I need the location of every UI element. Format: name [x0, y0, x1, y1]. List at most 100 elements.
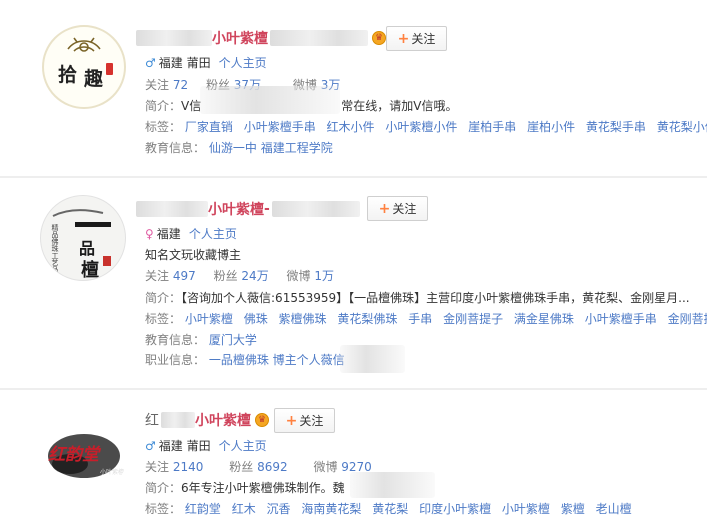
- weibo-label: 微博: [313, 460, 338, 474]
- stats-line: 关注 2140 粉丝 8692 微博 9270: [145, 458, 372, 476]
- school-link[interactable]: 福建工程学院: [261, 141, 333, 155]
- education-label: 教育信息：: [145, 141, 206, 155]
- weibo-label: 微博: [286, 269, 311, 283]
- follow-label: 关注: [392, 202, 417, 216]
- education-label: 教育信息：: [145, 333, 206, 347]
- location-line: ♂ 福建 莆田 个人主页: [145, 437, 267, 455]
- avatar-logo-icon: 拾 趣: [58, 37, 113, 90]
- education-line: 教育信息： 厦门大学: [145, 331, 257, 349]
- tag[interactable]: 小叶紫檀手串: [244, 120, 316, 134]
- bio-line: 简介：【咨询加个人薇信:61553959】【一品檀佛珠】主营印度小叶紫檀佛珠手串…: [145, 289, 690, 307]
- avatar[interactable]: 拾 趣: [42, 25, 126, 109]
- tags-line: 标签： 厂家直销 小叶紫檀手串 红木小件 小叶紫檀小件 崖柏手串 崖柏小件 黄花…: [145, 118, 707, 136]
- following-label: 关注: [145, 78, 170, 92]
- tag[interactable]: 小叶紫檀: [185, 312, 233, 326]
- tag[interactable]: 红木小件: [327, 120, 375, 134]
- homepage-link[interactable]: 个人主页: [219, 56, 267, 70]
- bio-label: 简介：: [145, 99, 182, 113]
- bio-start: V信: [181, 99, 202, 113]
- school-link[interactable]: 厦门大学: [209, 333, 257, 347]
- avatar-logo-icon: 精品佛珠工艺品 品 檀: [51, 209, 111, 280]
- bio-label: 简介：: [145, 481, 182, 495]
- tag[interactable]: 厂家直销: [185, 120, 233, 134]
- user-nickname[interactable]: 小叶紫檀: [212, 28, 268, 48]
- tag[interactable]: 黄花梨小件: [657, 120, 707, 134]
- fans-label: 粉丝: [213, 269, 238, 283]
- tags-label: 标签：: [145, 312, 182, 326]
- follow-button[interactable]: + 关注: [367, 196, 428, 221]
- bio-text: 【咨询加个人薇信:61553959】【一品檀佛珠】主营印度小叶紫檀佛珠手串，黄花…: [181, 291, 690, 305]
- svg-text:品: 品: [79, 239, 95, 258]
- tag[interactable]: 小叶紫檀: [502, 502, 550, 516]
- school-link[interactable]: 仙游一中: [209, 141, 257, 155]
- job-link[interactable]: 一品檀佛珠 博主个人薇信: [209, 353, 345, 367]
- tag[interactable]: 小叶紫檀小件: [385, 120, 457, 134]
- following-label: 关注: [145, 460, 170, 474]
- fans-count[interactable]: 8692: [257, 460, 288, 474]
- tag[interactable]: 小叶紫檀手串: [585, 312, 657, 326]
- tag[interactable]: 沉香: [267, 502, 291, 516]
- blurred-name-part: [270, 30, 368, 46]
- privacy-blur: [350, 472, 435, 498]
- fans-count[interactable]: 24万: [241, 269, 268, 283]
- follow-button[interactable]: + 关注: [274, 408, 335, 433]
- user-card: 拾 趣 小叶紫檀 ♛ + 关注 ♂ 福建 莆田 个人主页 关注 72 粉丝 37万 …: [0, 0, 707, 176]
- verified-info: 知名文玩收藏博主: [145, 248, 242, 262]
- fans-label: 粉丝: [229, 460, 254, 474]
- location: 福建 莆田: [158, 56, 211, 70]
- tag[interactable]: 崖柏小件: [527, 120, 575, 134]
- homepage-link[interactable]: 个人主页: [189, 227, 237, 241]
- weibo-count[interactable]: 1万: [314, 269, 334, 283]
- tag[interactable]: 紫檀佛珠: [279, 312, 327, 326]
- svg-text:小叶紫檀: 小叶紫檀: [100, 468, 124, 476]
- tag[interactable]: 印度小叶紫檀: [419, 502, 491, 516]
- tag[interactable]: 金刚菩提 ...: [668, 312, 707, 326]
- tag[interactable]: 满金星佛珠: [514, 312, 574, 326]
- education-line: 教育信息： 仙游一中 福建工程学院: [145, 139, 333, 157]
- following-count[interactable]: 497: [173, 269, 196, 283]
- tag[interactable]: 老山檀: [596, 502, 632, 516]
- avatar[interactable]: 红韵堂 小叶紫檀: [40, 408, 128, 496]
- follow-label: 关注: [411, 32, 436, 46]
- following-count[interactable]: 72: [173, 78, 188, 92]
- homepage-link[interactable]: 个人主页: [219, 439, 267, 453]
- blurred-name-part: [161, 412, 195, 428]
- tag[interactable]: 海南黄花梨: [301, 502, 361, 516]
- tag[interactable]: 手串: [408, 312, 432, 326]
- privacy-blur: [340, 345, 405, 373]
- tags-label: 标签：: [145, 120, 182, 134]
- tag[interactable]: 黄花梨: [372, 502, 408, 516]
- blurred-name-part: [136, 30, 212, 46]
- tag[interactable]: 崖柏手串: [468, 120, 516, 134]
- location-line: ♀ 福建 个人主页: [145, 225, 237, 243]
- tag[interactable]: 佛珠: [244, 312, 268, 326]
- tag[interactable]: 红木: [232, 502, 256, 516]
- bio-label: 简介：: [145, 291, 182, 305]
- blurred-name-part: [271, 201, 360, 217]
- tag[interactable]: 黄花梨手串: [586, 120, 646, 134]
- crown-icon: ♛: [372, 31, 386, 45]
- tag[interactable]: 紫檀: [561, 502, 585, 516]
- following-count[interactable]: 2140: [173, 460, 204, 474]
- location: 福建: [156, 227, 181, 241]
- tag[interactable]: 金刚菩提子: [443, 312, 503, 326]
- location: 福建 莆田: [158, 439, 211, 453]
- bio-end: 常在线，请加V信哦。: [341, 99, 458, 113]
- blurred-name-part: [136, 201, 208, 217]
- avatar[interactable]: 精品佛珠工艺品 品 檀: [40, 195, 126, 281]
- user-nickname[interactable]: 小叶紫檀: [195, 410, 251, 430]
- follow-button[interactable]: + 关注: [386, 26, 447, 51]
- svg-text:趣: 趣: [83, 67, 104, 90]
- stats-line: 关注 497 粉丝 24万 微博 1万: [145, 267, 334, 285]
- svg-text:红韵堂: 红韵堂: [48, 445, 102, 465]
- name-row: 小叶紫檀 ♛: [136, 27, 386, 49]
- tags-label: 标签：: [145, 502, 182, 516]
- job-label: 职业信息：: [145, 353, 206, 367]
- tags-line: 标签： 红韵堂 红木 沉香 海南黄花梨 黄花梨 印度小叶紫檀 小叶紫檀 紫檀 老…: [145, 500, 639, 518]
- user-nickname[interactable]: 小叶紫檀: [208, 199, 264, 219]
- tag[interactable]: 黄花梨佛珠: [337, 312, 397, 326]
- name-row: 红 小叶紫檀 ♛: [145, 409, 269, 431]
- name-row: 小叶紫檀 -: [136, 198, 360, 220]
- plus-icon: +: [285, 412, 298, 429]
- tag[interactable]: 红韵堂: [185, 502, 221, 516]
